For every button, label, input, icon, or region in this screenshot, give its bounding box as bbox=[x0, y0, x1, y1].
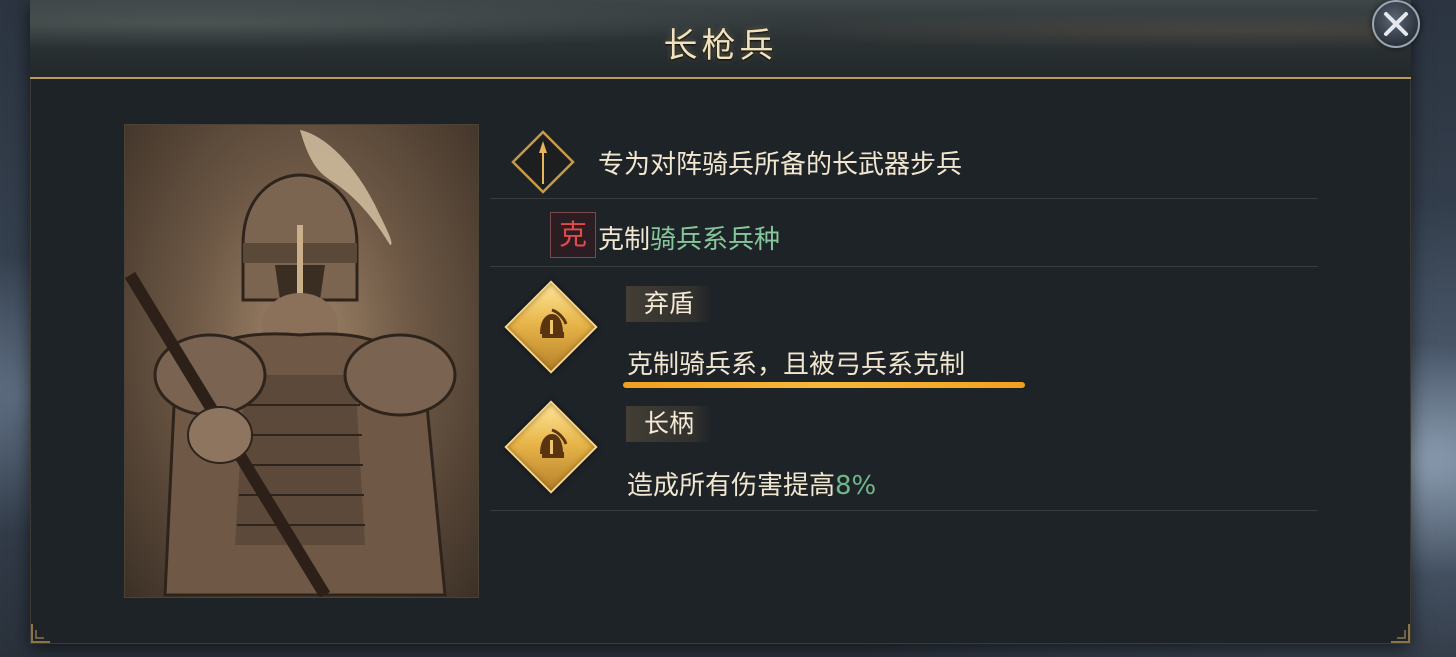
spearman-portrait-icon bbox=[125, 130, 457, 597]
trait-name: 弃盾 bbox=[626, 286, 713, 322]
row-divider bbox=[490, 510, 1318, 511]
trait-row: 长柄 造成所有伤害提高8% bbox=[490, 386, 1318, 510]
helmet-icon bbox=[540, 428, 568, 458]
spear-icon bbox=[511, 130, 575, 194]
description-row: 专为对阵骑兵所备的长武器步兵 bbox=[490, 120, 1318, 198]
trait-effect-value: 8% bbox=[835, 471, 877, 501]
dialog-title: 长枪兵 bbox=[663, 26, 778, 66]
helmet-icon bbox=[540, 308, 568, 338]
trait-diamond[interactable] bbox=[504, 400, 598, 494]
counter-target: 骑兵系兵种 bbox=[650, 225, 781, 255]
unit-portrait bbox=[124, 124, 479, 598]
unit-description: 专为对阵骑兵所备的长武器步兵 bbox=[598, 150, 963, 180]
trait-effect-prefix: 造成所有伤害提高 bbox=[627, 471, 836, 501]
trait-diamond[interactable] bbox=[504, 280, 598, 374]
counter-text: 克制骑兵系兵种 bbox=[598, 219, 780, 256]
close-icon bbox=[1384, 12, 1408, 36]
trait-row: 弃盾 克制骑兵系，且被弓兵系克制 bbox=[490, 266, 1318, 388]
trait-name: 长柄 bbox=[626, 406, 713, 442]
trait-effect: 克制骑兵系，且被弓兵系克制 bbox=[627, 350, 966, 380]
corner-ornament-icon bbox=[1391, 624, 1410, 643]
close-button[interactable] bbox=[1372, 0, 1420, 48]
counter-badge-icon: 克 bbox=[550, 212, 596, 258]
dialog-header: 长枪兵 bbox=[30, 0, 1411, 79]
counter-prefix: 克制 bbox=[598, 225, 651, 255]
unit-info-dialog: 长枪兵 专为对阵骑兵所备的长武器步兵 克 克制骑兵系兵种 弃盾 克制骑兵系，且被… bbox=[30, 0, 1411, 644]
counter-row: 克 克制骑兵系兵种 bbox=[490, 198, 1318, 266]
corner-ornament-icon bbox=[31, 624, 50, 643]
trait-effect: 造成所有伤害提高8% bbox=[627, 465, 876, 502]
